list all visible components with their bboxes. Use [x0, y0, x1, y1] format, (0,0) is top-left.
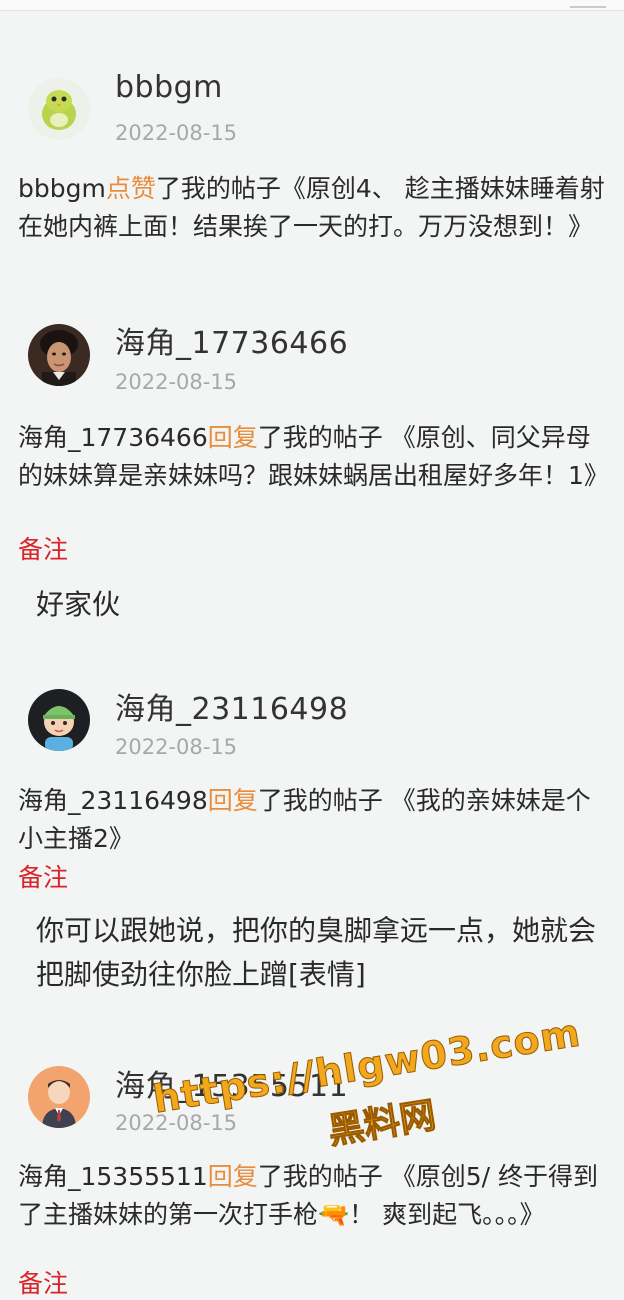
remark-label: 备注 — [18, 535, 69, 564]
actor-name[interactable]: 海角_15355511 — [18, 1162, 208, 1191]
notification-message[interactable]: 海角_23116498回复了我的帖子 《我的亲妹妹是个小主播2》 — [18, 782, 608, 858]
post-date: 2022-08-15 — [115, 370, 238, 394]
remark-text: 你可以跟她说，把你的臭脚拿远一点，她就会把脚使劲往你脸上蹭[表情] — [36, 914, 597, 991]
action-label: 回复 — [207, 786, 258, 815]
actor-name[interactable]: 海角_23116498 — [18, 786, 208, 815]
remark-label: 备注 — [18, 1269, 69, 1298]
green-bird-avatar[interactable] — [28, 78, 90, 140]
actor-name[interactable]: 海角_17736466 — [18, 423, 208, 452]
username[interactable]: 海角_23116498 — [115, 684, 348, 728]
notification-message[interactable]: bbbgm点赞了我的帖子《原创4、 趁主播妹妹睡着射在她内裤上面！结果挨了一天的… — [18, 170, 608, 246]
post-date: 2022-08-15 — [115, 1111, 238, 1135]
action-label: 回复 — [207, 423, 258, 452]
actor-name[interactable]: bbbgm — [18, 174, 106, 203]
notification-message[interactable]: 海角_17736466回复了我的帖子 《原创、同父异母的妹妹算是亲妹妹吗？跟妹妹… — [18, 419, 609, 495]
remark-text: 好家伙 — [36, 588, 121, 621]
username[interactable]: 海角_15355511 — [115, 1061, 348, 1105]
post-date: 2022-08-15 — [115, 735, 238, 759]
man-in-suit-avatar[interactable] — [28, 1066, 90, 1128]
boy-green-hat-avatar[interactable] — [28, 689, 90, 751]
notification-message[interactable]: 海角_15355511回复了我的帖子 《原创5/ 终于得到了主播妹妹的第一次打手… — [18, 1158, 608, 1234]
portrait-photo-avatar[interactable] — [28, 324, 90, 386]
username[interactable]: bbbgm — [115, 70, 223, 105]
notification-feed[interactable]: bbbgm 2022-08-15 bbbgm点赞了我的帖子《原创4、 趁主播妹妹… — [0, 0, 624, 1298]
username[interactable]: 海角_17736466 — [115, 318, 348, 362]
action-label: 点赞 — [105, 174, 156, 203]
action-label: 回复 — [207, 1162, 258, 1191]
post-date: 2022-08-15 — [115, 121, 238, 145]
remark-label: 备注 — [18, 863, 69, 892]
